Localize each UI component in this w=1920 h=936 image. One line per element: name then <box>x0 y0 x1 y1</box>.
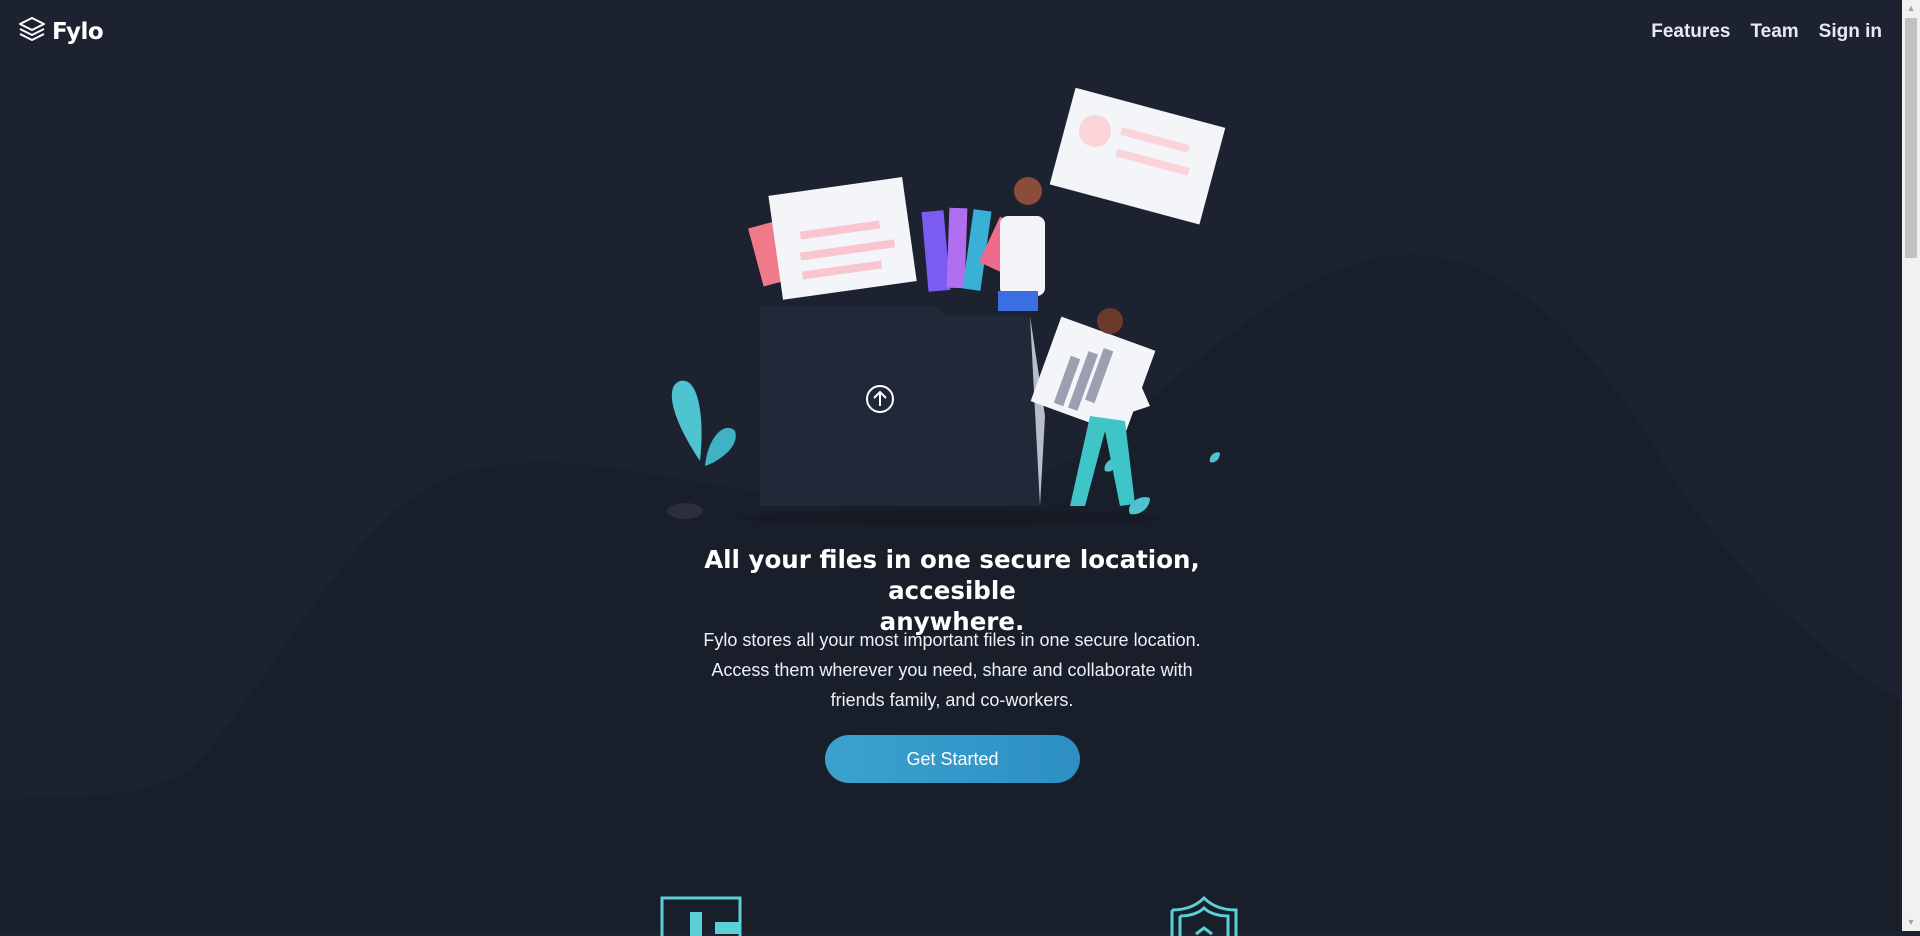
hero-description-line-1: Fylo stores all your most important file… <box>703 630 1201 650</box>
hero-description-line-2: Access them wherever you need, share and… <box>711 660 1193 680</box>
brand-name: Fylo <box>52 18 104 45</box>
scrollbar-thumb[interactable] <box>1905 18 1917 258</box>
get-started-button[interactable]: Get Started <box>825 735 1080 783</box>
logo[interactable]: Fylo <box>18 16 104 47</box>
nav-link-features[interactable]: Features <box>1651 21 1730 43</box>
scroll-up-arrow-icon[interactable]: ▲ <box>1902 0 1920 17</box>
layers-icon <box>18 16 46 47</box>
top-navigation-bar: Fylo Features Team Sign in <box>0 0 1902 64</box>
scroll-down-arrow-icon[interactable]: ▼ <box>1902 914 1920 931</box>
hero-description: Fylo stores all your most important file… <box>680 625 1224 715</box>
security-shield-icon <box>1170 896 1238 936</box>
hero-title-line-1: All your files in one secure location, a… <box>704 545 1200 605</box>
vertical-scrollbar[interactable]: ▲ ▼ <box>1902 0 1920 931</box>
nav-link-sign-in[interactable]: Sign in <box>1819 21 1882 43</box>
nav-link-team[interactable]: Team <box>1750 21 1798 43</box>
access-anywhere-icon <box>660 896 742 936</box>
hero-illustration <box>667 87 1226 526</box>
hero-title: All your files in one secure location, a… <box>660 544 1244 637</box>
hero-description-line-3: friends family, and co-workers. <box>830 690 1074 710</box>
main-navigation: Features Team Sign in <box>1651 21 1882 43</box>
